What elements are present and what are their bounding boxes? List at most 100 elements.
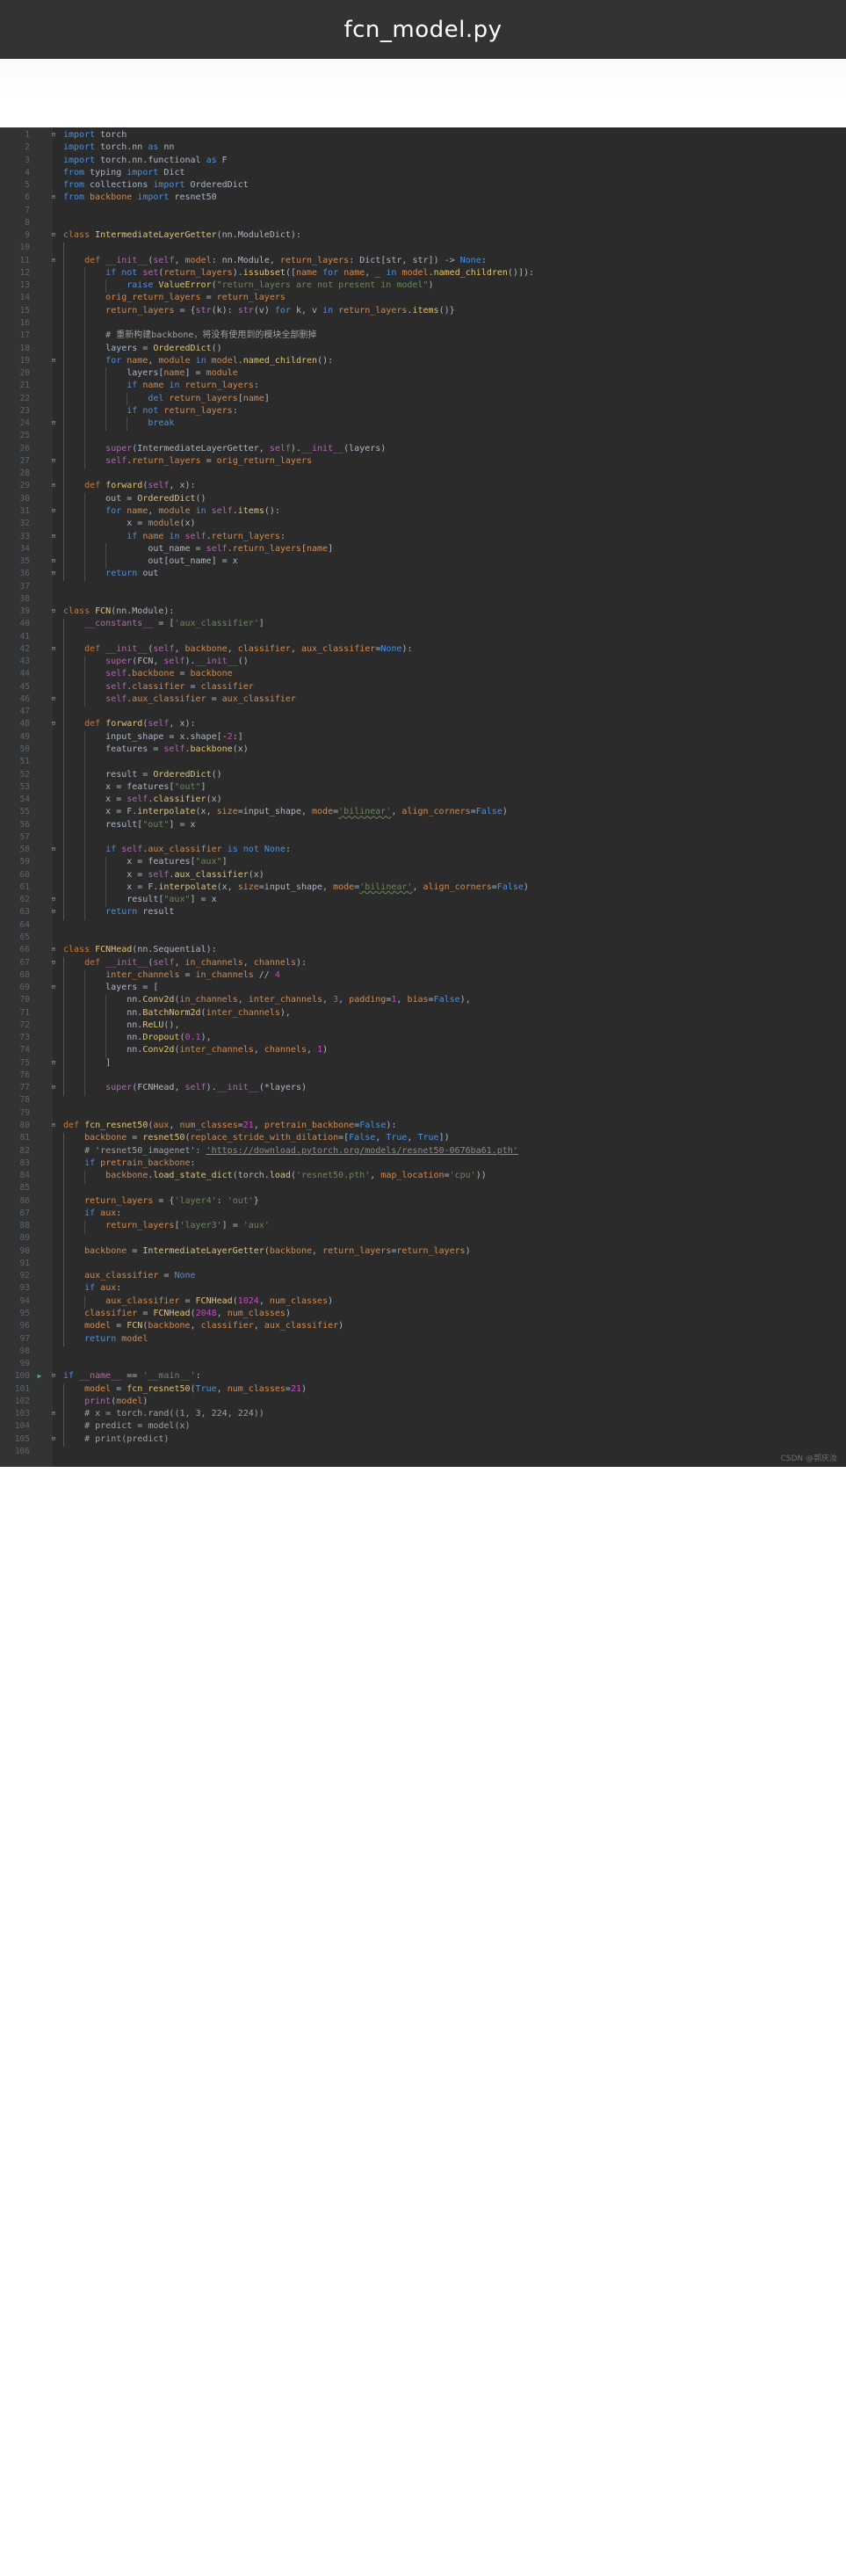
- code-line[interactable]: 104 # predict = model(x): [0, 1420, 846, 1433]
- code-line[interactable]: 7: [0, 205, 846, 217]
- code-line[interactable]: 35 ⊟ out[out_name] = x: [0, 555, 846, 568]
- code-line[interactable]: 18 layers = OrderedDict(): [0, 343, 846, 355]
- fold-toggle-icon[interactable]: ⊟: [44, 1408, 63, 1420]
- code-line[interactable]: 97 return model: [0, 1333, 846, 1346]
- code-line[interactable]: 79: [0, 1107, 846, 1120]
- code-line[interactable]: 3 import torch.nn.functional as F: [0, 155, 846, 167]
- code-line[interactable]: 16: [0, 317, 846, 330]
- code-line[interactable]: 81 backbone = resnet50(replace_stride_wi…: [0, 1132, 846, 1144]
- code-line[interactable]: 84 backbone.load_state_dict(torch.load('…: [0, 1170, 846, 1182]
- code-line[interactable]: 53 x = features["out"]: [0, 781, 846, 794]
- fold-toggle-icon[interactable]: ⊟: [44, 531, 63, 543]
- code-line[interactable]: 88 return_layers['layer3'] = 'aux': [0, 1220, 846, 1232]
- code-line[interactable]: 43 super(FCN, self).__init__(): [0, 656, 846, 668]
- code-line[interactable]: 100 ▶ ⊟ if __name__ == '__main__':: [0, 1370, 846, 1382]
- code-line[interactable]: 77 ⊟ super(FCNHead, self).__init__(*layer…: [0, 1082, 846, 1094]
- code-line[interactable]: 39 ⊟ class FCN(nn.Module):: [0, 606, 846, 618]
- fold-toggle-icon[interactable]: ⊟: [44, 1057, 63, 1070]
- fold-toggle-icon[interactable]: ⊟: [44, 906, 63, 918]
- code-line[interactable]: 66 ⊟ class FCNHead(nn.Sequential):: [0, 944, 846, 956]
- code-line[interactable]: 58 ⊟ if self.aux_classifier is not None:: [0, 844, 846, 856]
- fold-toggle-icon[interactable]: ⊟: [44, 1370, 63, 1382]
- code-line[interactable]: 60 x = self.aux_classifier(x): [0, 869, 846, 882]
- code-line[interactable]: 6 ⊟ from backbone import resnet50: [0, 192, 846, 204]
- code-line[interactable]: 17 # 重新构建backbone，将没有使用到的模块全部删掉: [0, 330, 846, 342]
- code-line[interactable]: 8: [0, 217, 846, 229]
- code-line[interactable]: 73 nn.Dropout(0.1),: [0, 1032, 846, 1044]
- fold-toggle-icon[interactable]: ⊟: [44, 693, 63, 706]
- code-line[interactable]: 13 raise ValueError("return_layers are n…: [0, 279, 846, 292]
- code-line[interactable]: 26 super(IntermediateLayerGetter, self).…: [0, 443, 846, 455]
- code-line[interactable]: 49 input_shape = x.shape[-2:]: [0, 731, 846, 744]
- code-line[interactable]: 44 self.backbone = backbone: [0, 668, 846, 680]
- code-line[interactable]: 47: [0, 706, 846, 718]
- code-line[interactable]: 69 ⊟ layers = [: [0, 982, 846, 994]
- fold-toggle-icon[interactable]: ⊟: [44, 192, 63, 204]
- code-line[interactable]: 31 ⊟ for name, module in self.items():: [0, 505, 846, 518]
- code-line[interactable]: 2 import torch.nn as nn: [0, 141, 846, 154]
- code-line[interactable]: 59 x = features["aux"]: [0, 856, 846, 868]
- code-line[interactable]: 36 ⊟ return out: [0, 568, 846, 580]
- code-line[interactable]: 34 out_name = self.return_layers[name]: [0, 543, 846, 555]
- code-line[interactable]: 67 ⊟ def __init__(self, in_channels, chan…: [0, 957, 846, 969]
- code-line[interactable]: 103 ⊟ # x = torch.rand((1, 3, 224, 224)): [0, 1408, 846, 1420]
- fold-toggle-icon[interactable]: ⊟: [44, 606, 63, 618]
- code-line[interactable]: 38: [0, 593, 846, 606]
- code-line[interactable]: 1 ⊟ import torch: [0, 129, 846, 141]
- code-line[interactable]: 106: [0, 1446, 846, 1458]
- code-line[interactable]: 20 layers[name] = module: [0, 367, 846, 380]
- code-line[interactable]: 15 return_layers = {str(k): str(v) for k…: [0, 305, 846, 317]
- code-line[interactable]: 48 ⊟ def forward(self, x):: [0, 718, 846, 730]
- code-line[interactable]: 11 ⊟ def __init__(self, model: nn.Module,…: [0, 255, 846, 267]
- code-line[interactable]: 62 ⊟ result["aux"] = x: [0, 894, 846, 906]
- code-line[interactable]: 86 return_layers = {'layer4': 'out'}: [0, 1195, 846, 1208]
- code-line[interactable]: 33 ⊟ if name in self.return_layers:: [0, 531, 846, 543]
- code-line[interactable]: 12 if not set(return_layers).issubset([n…: [0, 267, 846, 279]
- code-line[interactable]: 14 orig_return_layers = return_layers: [0, 292, 846, 304]
- code-line[interactable]: 76: [0, 1070, 846, 1082]
- code-line[interactable]: 98: [0, 1346, 846, 1358]
- code-line[interactable]: 93 if aux:: [0, 1282, 846, 1295]
- code-line[interactable]: 89: [0, 1232, 846, 1244]
- code-line[interactable]: 85: [0, 1182, 846, 1194]
- fold-toggle-icon[interactable]: ⊟: [44, 1433, 63, 1446]
- fold-toggle-icon[interactable]: ⊟: [44, 129, 63, 141]
- code-line[interactable]: 22 del return_layers[name]: [0, 393, 846, 405]
- code-line[interactable]: 70 nn.Conv2d(in_channels, inter_channels…: [0, 994, 846, 1006]
- code-line[interactable]: 23 if not return_layers:: [0, 405, 846, 417]
- code-line[interactable]: 92 aux_classifier = None: [0, 1270, 846, 1282]
- code-line[interactable]: 63 ⊟ return result: [0, 906, 846, 918]
- code-line[interactable]: 64: [0, 919, 846, 932]
- code-line[interactable]: 72 nn.ReLU(),: [0, 1020, 846, 1032]
- fold-toggle-icon[interactable]: ⊟: [44, 1120, 63, 1132]
- code-line[interactable]: 94 aux_classifier = FCNHead(1024, num_cl…: [0, 1295, 846, 1308]
- code-line[interactable]: 61 x = F.interpolate(x, size=input_shape…: [0, 882, 846, 894]
- fold-toggle-icon[interactable]: ⊟: [44, 355, 63, 367]
- fold-toggle-icon[interactable]: ⊟: [44, 229, 63, 242]
- fold-toggle-icon[interactable]: ⊟: [44, 1082, 63, 1094]
- code-line[interactable]: 24 ⊟ break: [0, 417, 846, 430]
- fold-toggle-icon[interactable]: ⊟: [44, 718, 63, 730]
- fold-toggle-icon[interactable]: ⊟: [44, 982, 63, 994]
- fold-toggle-icon[interactable]: ⊟: [44, 480, 63, 492]
- code-line[interactable]: 90 backbone = IntermediateLayerGetter(ba…: [0, 1245, 846, 1258]
- code-line[interactable]: 32 x = module(x): [0, 518, 846, 530]
- code-line[interactable]: 87 if aux:: [0, 1208, 846, 1220]
- code-line[interactable]: 102 print(model): [0, 1396, 846, 1408]
- code-line[interactable]: 91: [0, 1258, 846, 1270]
- code-line[interactable]: 95 classifier = FCNHead(2048, num_classe…: [0, 1308, 846, 1320]
- code-line[interactable]: 28: [0, 468, 846, 480]
- fold-toggle-icon[interactable]: ⊟: [44, 894, 63, 906]
- code-line[interactable]: 101 model = fcn_resnet50(True, num_class…: [0, 1383, 846, 1396]
- code-line[interactable]: 45 self.classifier = classifier: [0, 681, 846, 693]
- code-line[interactable]: 37: [0, 581, 846, 593]
- code-line[interactable]: 4 from typing import Dict: [0, 167, 846, 179]
- code-line[interactable]: 25: [0, 430, 846, 442]
- code-line[interactable]: 68 inter_channels = in_channels // 4: [0, 969, 846, 982]
- code-line[interactable]: 52 result = OrderedDict(): [0, 769, 846, 781]
- code-line[interactable]: 71 nn.BatchNorm2d(inter_channels),: [0, 1007, 846, 1020]
- fold-toggle-icon[interactable]: ⊟: [44, 568, 63, 580]
- code-line[interactable]: 99: [0, 1358, 846, 1370]
- code-line[interactable]: 80 ⊟ def fcn_resnet50(aux, num_classes=21,…: [0, 1120, 846, 1132]
- code-line[interactable]: 30 out = OrderedDict(): [0, 493, 846, 505]
